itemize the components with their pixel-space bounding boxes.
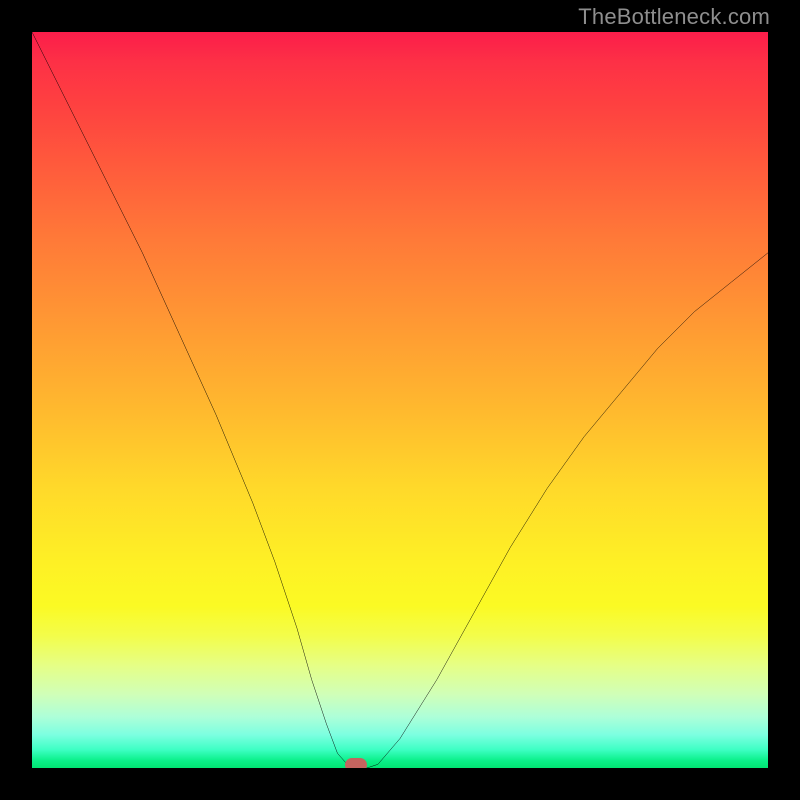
chart-frame: TheBottleneck.com <box>0 0 800 800</box>
optimal-point-marker <box>345 758 367 768</box>
bottleneck-curve <box>32 32 768 768</box>
watermark-text: TheBottleneck.com <box>578 4 770 30</box>
plot-area <box>32 32 768 768</box>
